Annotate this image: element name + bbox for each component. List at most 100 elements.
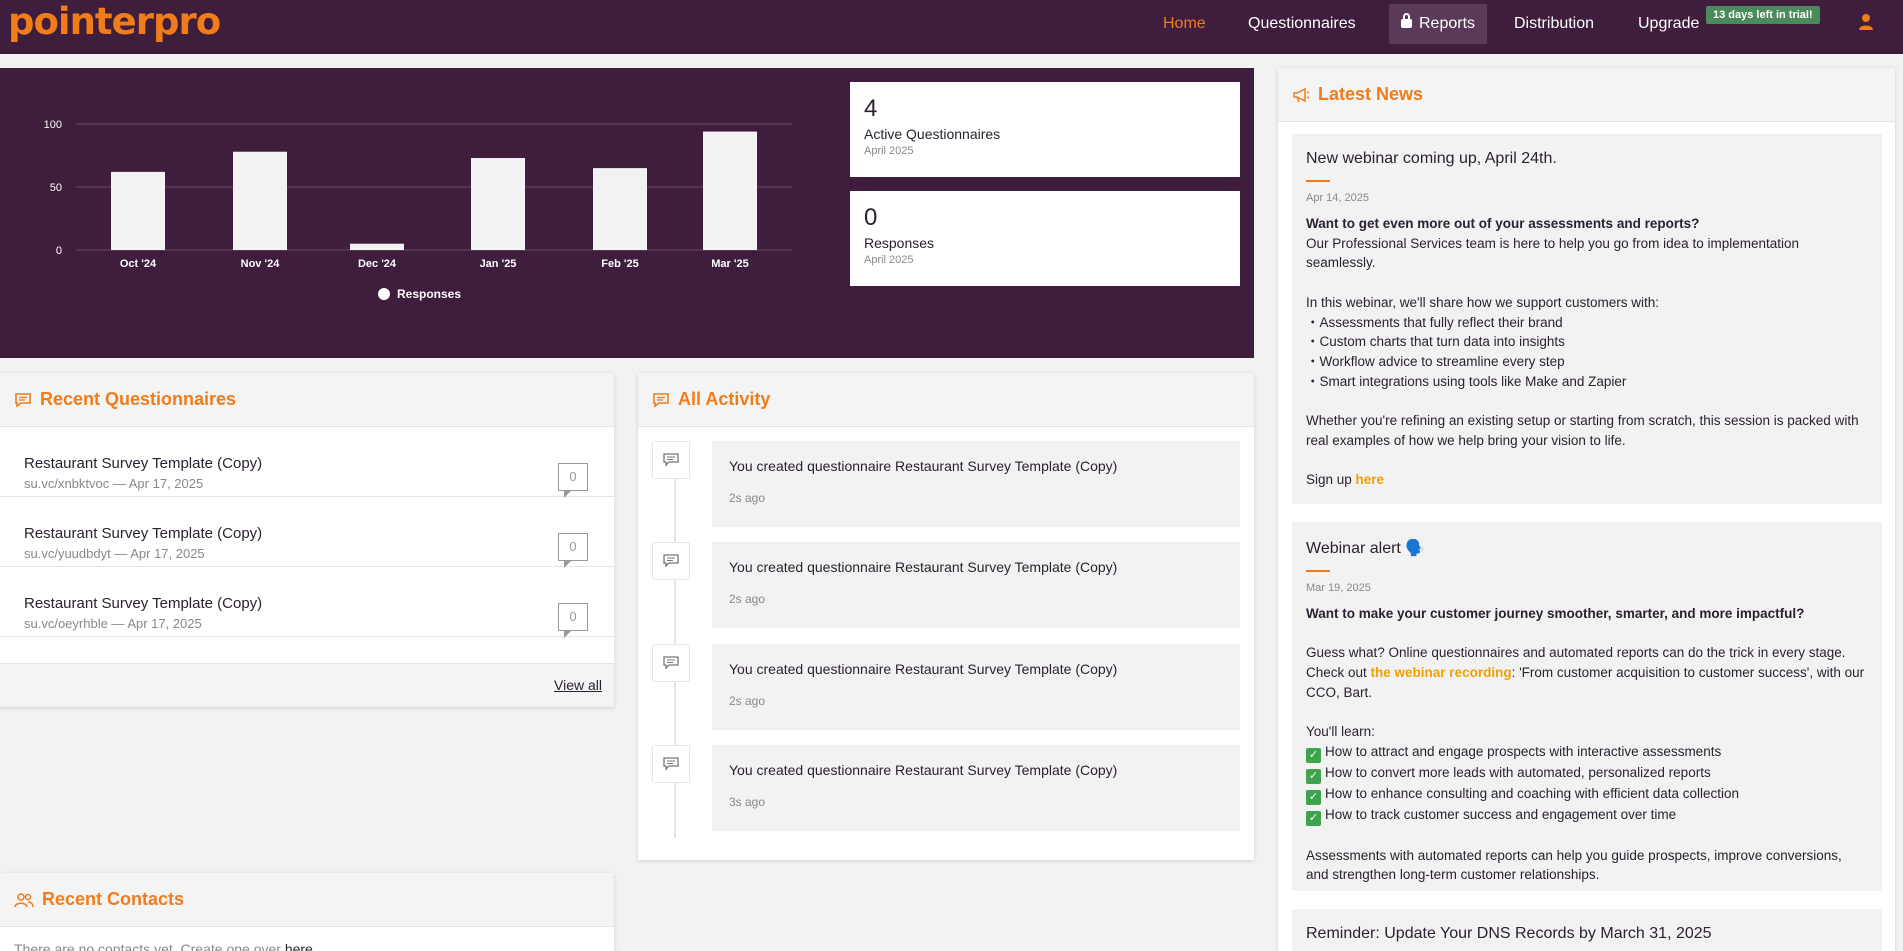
nav-reports[interactable]: Reports (1389, 4, 1488, 44)
questionnaire-title[interactable]: Restaurant Survey Template (Copy) (24, 525, 614, 542)
dashboard-chart-panel: 0 50 100 Oct '24 Nov '24 Dec '24 Jan '25 Feb '2… (0, 68, 1254, 358)
lock-icon (1401, 13, 1412, 28)
check-icon: ✓ (1306, 768, 1321, 784)
questionnaire-title[interactable]: Restaurant Survey Template (Copy) (24, 455, 614, 472)
activity-time: 2s ago (729, 592, 766, 606)
response-count-badge: 0 (558, 533, 588, 568)
activity-box: You created questionnaire Restaurant Sur… (712, 745, 1240, 831)
news-title: New webinar coming up, April 24th. (1306, 150, 1557, 167)
learn-heading: You'll learn: (1306, 724, 1375, 740)
legend-label: Responses (397, 287, 461, 301)
activity-time: 3s ago (729, 795, 766, 809)
check-icon: ✓ (1306, 810, 1321, 826)
card-header: Latest News (1278, 68, 1895, 122)
activity-text: You created questionnaire Restaurant Sur… (729, 559, 1118, 575)
chart-bar (703, 131, 757, 250)
news-lead: Want to make your customer journey smoot… (1306, 606, 1805, 621)
title-underline (1306, 180, 1330, 182)
legend-marker (378, 288, 390, 300)
news-paragraph: In this webinar, we'll share how we supp… (1306, 294, 1659, 310)
news-bullet: ・Assessments that fully reflect their br… (1306, 314, 1563, 330)
x-tick-label: Jan '25 (480, 258, 517, 270)
news-title: Webinar alert 🗣️ (1306, 538, 1868, 558)
stat-period: April 2025 (864, 254, 914, 266)
logo[interactable]: pointerpro (8, 0, 221, 43)
chart-bar (111, 171, 165, 250)
users-icon (14, 892, 34, 907)
activity-item: You created questionnaire Restaurant Sur… (638, 745, 1254, 831)
responses-chart: 0 50 100 Oct '24 Nov '24 Dec '24 Jan '25 Feb '2… (44, 119, 792, 301)
news-date: Mar 19, 2025 (1306, 582, 1371, 594)
news-bullet: ・Workflow advice to streamline every ste… (1306, 353, 1565, 369)
activity-time: 2s ago (729, 491, 766, 505)
chart-bar (471, 158, 525, 250)
card-title: Recent Questionnaires (40, 389, 237, 409)
y-tick-label: 50 (50, 182, 62, 194)
activity-text: You created questionnaire Restaurant Sur… (729, 661, 1118, 677)
card-header: All Activity (638, 373, 1254, 427)
news-item: Webinar alert 🗣️ Mar 19, 2025 Want to ma… (1292, 522, 1882, 891)
view-all-link[interactable]: View all (554, 677, 602, 693)
stat-value: 0 (864, 204, 878, 231)
card-header: Recent Contacts (0, 873, 614, 927)
stat-card-responses[interactable]: 0 Responses April 2025 (850, 191, 1240, 286)
stat-period: April 2025 (864, 145, 914, 157)
empty-state-message: There are no contacts yet. Create one ov… (14, 941, 285, 951)
news-check-item: How to enhance consulting and coaching w… (1325, 785, 1740, 801)
comment-icon (652, 644, 690, 682)
x-tick-label: Mar '25 (711, 258, 748, 270)
activity-item: You created questionnaire Restaurant Sur… (638, 542, 1254, 628)
news-check-item: How to attract and engage prospects with… (1325, 743, 1722, 759)
chart-bar (233, 151, 287, 250)
chart-bar (350, 243, 404, 250)
news-item: Reminder: Update Your DNS Records by Mar… (1292, 909, 1882, 951)
title-underline (1306, 570, 1330, 572)
questionnaire-meta: su.vc/xnbktvoc — Apr 17, 2025 (24, 476, 204, 491)
activity-item: You created questionnaire Restaurant Sur… (638, 441, 1254, 527)
signup-link[interactable]: here (1356, 472, 1385, 487)
news-title: Reminder: Update Your DNS Records by Mar… (1306, 925, 1712, 942)
trial-badge: 13 days left in trial! (1706, 6, 1820, 24)
nav-home[interactable]: Home (1155, 4, 1214, 44)
activity-item: You created questionnaire Restaurant Sur… (638, 644, 1254, 730)
activity-text: You created questionnaire Restaurant Sur… (729, 458, 1118, 474)
questionnaire-title[interactable]: Restaurant Survey Template (Copy) (24, 595, 614, 612)
comment-icon (652, 745, 690, 783)
x-tick-label: Oct '24 (120, 258, 157, 270)
news-paragraph: Assessments with automated reports can h… (1306, 847, 1842, 883)
activity-box: You created questionnaire Restaurant Sur… (712, 542, 1240, 628)
x-tick-label: Dec '24 (358, 258, 397, 270)
news-paragraph: Our Professional Services team is here t… (1306, 235, 1799, 271)
create-contact-link[interactable]: here (285, 941, 313, 951)
card-title: All Activity (678, 389, 771, 409)
response-count-badge: 0 (558, 603, 588, 638)
questionnaire-list-item[interactable]: Restaurant Survey Template (Copy) su.vc/… (0, 427, 614, 498)
signup-text: Sign up (1306, 472, 1356, 488)
empty-state-text: There are no contacts yet. Create one ov… (0, 927, 614, 951)
activity-box: You created questionnaire Restaurant Sur… (712, 441, 1240, 527)
all-activity-card: All Activity You created questionnaire R… (638, 373, 1254, 860)
recent-questionnaires-card: Recent Questionnaires Restaurant Survey … (0, 373, 614, 707)
news-check-item: How to track customer success and engage… (1325, 806, 1677, 822)
card-title: Recent Contacts (42, 889, 185, 909)
activity-text: You created questionnaire Restaurant Sur… (729, 762, 1118, 778)
nav-reports-label: Reports (1419, 15, 1476, 32)
nav-distribution[interactable]: Distribution (1506, 4, 1602, 44)
stat-label: Responses (864, 235, 935, 251)
user-icon[interactable] (1858, 13, 1874, 31)
stat-value: 4 (864, 95, 878, 122)
questionnaire-list-item[interactable]: Restaurant Survey Template (Copy) su.vc/… (0, 497, 614, 568)
chat-icon (653, 392, 669, 408)
nav-questionnaires[interactable]: Questionnaires (1240, 4, 1364, 44)
news-check-item: How to convert more leads with automated… (1325, 764, 1711, 780)
questionnaire-list-item[interactable]: Restaurant Survey Template (Copy) su.vc/… (0, 567, 614, 638)
stat-label: Active Questionnaires (864, 126, 1001, 142)
card-header: Recent Questionnaires (0, 373, 614, 427)
webinar-recording-link[interactable]: the webinar recording (1371, 665, 1512, 680)
top-navbar: pointerpro Home Questionnaires Reports D… (0, 0, 1903, 54)
news-title-text: Webinar alert (1306, 540, 1401, 557)
nav-upgrade[interactable]: Upgrade (1630, 4, 1707, 44)
news-paragraph: Whether you're refining an existing setu… (1306, 413, 1859, 448)
stat-card-active-questionnaires[interactable]: 4 Active Questionnaires April 2025 (850, 82, 1240, 177)
news-body: Want to make your customer journey smoot… (1306, 604, 1868, 885)
